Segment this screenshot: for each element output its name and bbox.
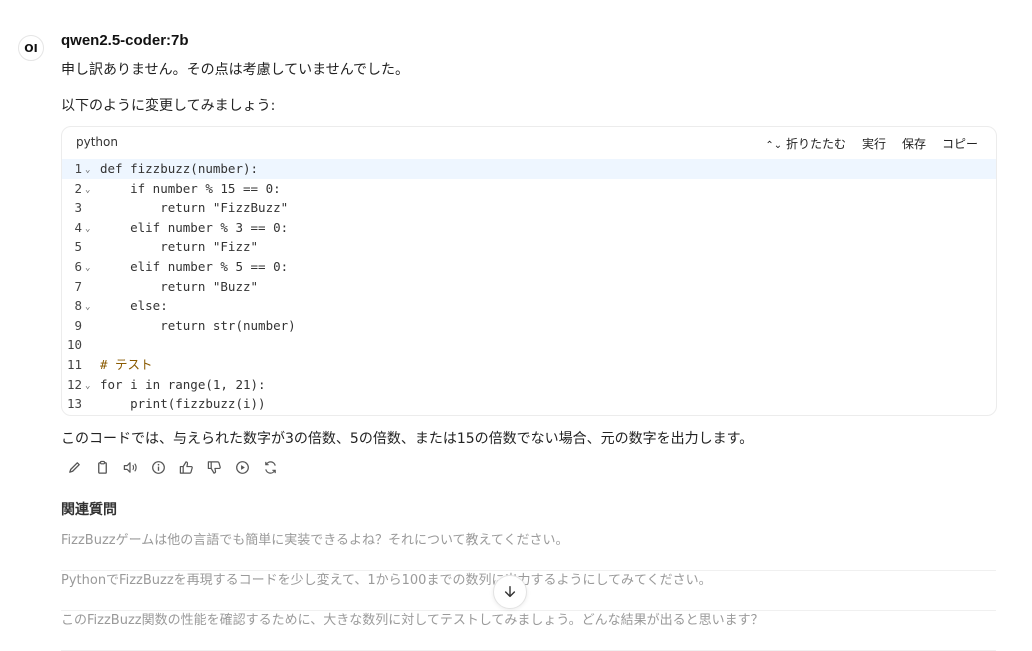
collapse-label: 折りたたむ [785,137,846,151]
code-line-text: def fizzbuzz(number): [100,161,259,176]
line-number: 11 [66,356,82,372]
code-line-text: return "Fizz" [100,239,259,255]
code-line: 7 return "Buzz" [62,277,996,297]
code-line: 11 # テスト [62,355,996,375]
line-number: 6 [74,258,82,274]
code-block: python ⌃⌄ 折りたたむ 実行 保存 コピー 1 ⌄ def fizzbuzz… [61,126,997,416]
message-toolbar [66,459,278,475]
copy-button[interactable]: コピー [942,135,978,152]
code-line: 9 return str(number) [62,316,996,336]
code-line-text: for i in range(1, 21): [100,376,266,392]
code-line-text: elif number % 3 == 0: [100,219,289,235]
run-button[interactable]: 実行 [862,135,886,152]
code-language-label: python [76,135,118,149]
model-avatar: OI [18,35,44,61]
arrow-down-icon [504,586,516,598]
code-line: 10 [62,335,996,355]
response-text-line-1: 申し訳ありません。その点は考慮していませんでした。 [61,62,410,78]
line-number: 12 [66,376,82,392]
line-number: 4 [74,219,82,235]
line-number: 13 [66,396,82,412]
code-line: 8 ⌄ else: [62,296,996,316]
play-icon[interactable] [234,459,250,475]
code-line: 5 return "Fizz" [62,237,996,257]
code-line: 3 return "FizzBuzz" [62,198,996,218]
code-line-text: if number % 15 == 0: [100,180,281,196]
code-line: 4 ⌄ elif number % 3 == 0: [62,218,996,238]
code-line-text: return "Buzz" [100,278,259,294]
copy-icon[interactable] [94,459,110,475]
code-line-text: print(fizzbuzz(i)) [100,396,266,412]
scroll-to-bottom-button[interactable] [493,575,527,609]
related-questions-title: 関連質問 [61,502,117,518]
info-icon[interactable] [150,459,166,475]
response-summary: このコードでは、与えられた数字が3の倍数、5の倍数、または15の倍数でない場合、… [61,431,754,447]
line-number: 5 [74,239,82,255]
code-actions: ⌃⌄ 折りたたむ 実行 保存 コピー [765,135,978,152]
line-number: 9 [74,317,82,333]
code-line-text: else: [100,298,168,314]
line-number: 8 [74,298,82,314]
code-line: 1 ⌄ def fizzbuzz(number): [62,159,996,179]
code-line-text: # テスト [100,356,153,372]
code-line: 13 print(fizzbuzz(i)) [62,394,996,414]
code-lines[interactable]: 1 ⌄ def fizzbuzz(number): 2 ⌄ if number % 1… [62,159,996,414]
collapse-icon: ⌃⌄ [765,140,783,151]
save-button[interactable]: 保存 [902,135,926,152]
related-question-item[interactable]: このFizzBuzz関数の性能を確認するために、大きな数列に対してテストしてみま… [61,610,996,651]
collapse-button[interactable]: ⌃⌄ 折りたたむ [765,135,846,152]
code-line: 12 ⌄ for i in range(1, 21): [62,375,996,395]
edit-icon[interactable] [66,459,82,475]
code-line-text: return "FizzBuzz" [100,200,289,216]
related-question-item[interactable]: FizzBuzzゲームは他の言語でも簡単に実装できるよね？それについて教えてくだ… [61,530,996,571]
thumbs-down-icon[interactable] [206,459,222,475]
regenerate-icon[interactable] [262,459,278,475]
code-line-text: return str(number) [100,317,296,333]
line-number: 10 [66,337,82,353]
code-line: 6 ⌄ elif number % 5 == 0: [62,257,996,277]
line-number: 3 [74,200,82,216]
thumbs-up-icon[interactable] [178,459,194,475]
line-number: 1 [74,161,82,176]
model-name: qwen2.5-coder:7b [61,32,189,49]
line-number: 7 [74,278,82,294]
code-header: python ⌃⌄ 折りたたむ 実行 保存 コピー [62,127,996,159]
code-line: 2 ⌄ if number % 15 == 0: [62,179,996,199]
related-question-item[interactable]: PythonでFizzBuzzを再現するコードを少し変えて、1から100までの数… [61,570,996,611]
response-text-line-2: 以下のように変更してみましょう: [61,98,276,114]
speaker-icon[interactable] [122,459,138,475]
line-number: 2 [74,180,82,196]
code-line-text: elif number % 5 == 0: [100,258,289,274]
